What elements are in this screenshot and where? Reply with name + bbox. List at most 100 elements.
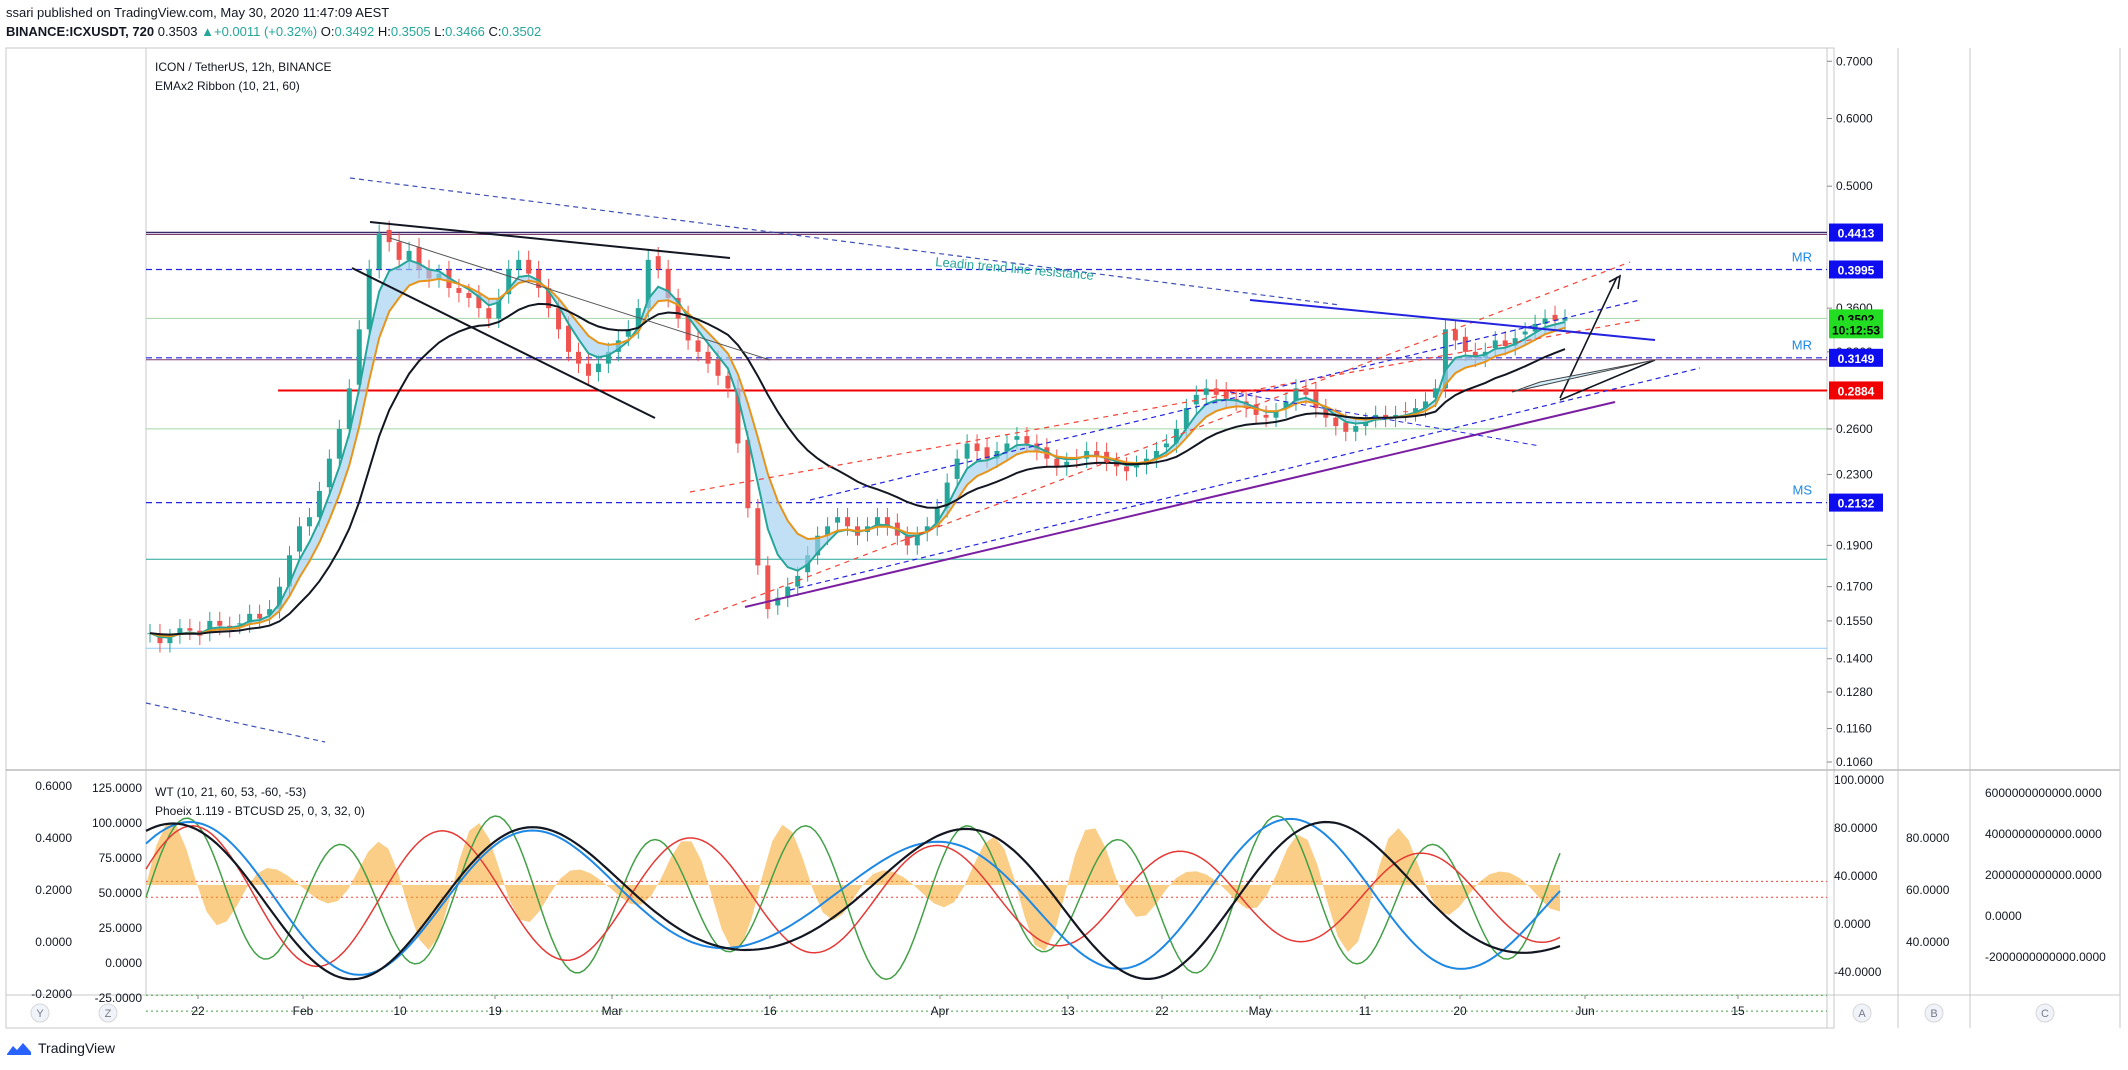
candle-body xyxy=(655,256,661,270)
candle-body xyxy=(954,458,960,479)
osc-tick-label: 0.2000 xyxy=(35,883,72,897)
candle-body xyxy=(1124,466,1130,472)
candle-body xyxy=(257,613,263,619)
level-annotation: MS xyxy=(1793,482,1813,497)
x-tick-label: Mar xyxy=(602,1004,623,1018)
candle-body xyxy=(566,325,572,352)
y-tick-label: 0.1550 xyxy=(1836,614,1873,628)
osc-tick-label: 100.0000 xyxy=(92,816,142,830)
osc-tick-label: 75.0000 xyxy=(99,851,143,865)
candle-body xyxy=(755,508,761,566)
candle-body xyxy=(1333,417,1339,427)
osc-tick-label: 0.0000 xyxy=(1834,917,1871,931)
x-tick-label: 15 xyxy=(1731,1004,1745,1018)
candle-body xyxy=(556,308,562,330)
osc-tick-label: 80.0000 xyxy=(1906,831,1950,845)
axis-badge-label: A xyxy=(1858,1008,1866,1020)
candle-body xyxy=(167,638,173,644)
price-label-text: 0.4413 xyxy=(1838,227,1875,241)
legend-indicator: EMAx2 Ribbon (10, 21, 60) xyxy=(155,79,300,93)
price-label-text: 0.2132 xyxy=(1838,497,1875,511)
x-tick-label: 16 xyxy=(763,1004,777,1018)
osc-tick-label: 40.0000 xyxy=(1834,869,1878,883)
candle-body xyxy=(1403,411,1409,413)
candle-body xyxy=(1462,336,1468,352)
candle-body xyxy=(964,443,970,459)
x-tick-label: 11 xyxy=(1359,1004,1372,1018)
candle-body xyxy=(904,535,910,546)
candle-body xyxy=(1303,388,1309,395)
candle-body xyxy=(386,229,392,243)
candle-body xyxy=(585,363,591,376)
price-label-text: 0.3149 xyxy=(1838,352,1875,366)
osc-tick-label: 2000000000000.0000 xyxy=(1985,868,2102,882)
osc-tick-label: 0.0000 xyxy=(105,956,142,970)
candle-body xyxy=(406,250,412,260)
price-label-text: 0.2884 xyxy=(1838,384,1875,398)
candle-body xyxy=(705,351,711,364)
x-tick-label: Feb xyxy=(293,1004,314,1018)
osc-tick-label: 0.0000 xyxy=(35,935,72,949)
osc-tick-label: 60.0000 xyxy=(1906,883,1950,897)
y-tick-label: 0.7000 xyxy=(1836,54,1873,68)
candle-body xyxy=(526,259,532,274)
osc-tick-label: 0.4000 xyxy=(35,831,72,845)
candle-body xyxy=(1014,436,1020,440)
osc-tick-label: 6000000000000.0000 xyxy=(1985,786,2102,800)
y-tick-label: 0.1160 xyxy=(1836,722,1872,736)
y-tick-label: 0.2300 xyxy=(1836,467,1873,481)
candle-body xyxy=(575,351,581,364)
candle-body xyxy=(1313,391,1319,409)
price-label-text: 0.3995 xyxy=(1838,263,1875,277)
osc-tick-label: 0.6000 xyxy=(35,779,72,793)
y-tick-label: 0.1060 xyxy=(1836,755,1873,769)
candle-body xyxy=(396,242,402,260)
osc-tick-label: 125.0000 xyxy=(92,781,142,795)
osc-tick-label: 50.0000 xyxy=(99,886,143,900)
axis-badge-label: Y xyxy=(36,1008,44,1020)
candle-body xyxy=(835,517,841,523)
osc-tick-label: -0.2000 xyxy=(31,987,72,1001)
candle-body xyxy=(187,628,193,631)
osc-legend-phoeix: Phoeix 1.119 - BTCUSD 25, 0, 3, 32, 0) xyxy=(155,804,365,818)
x-tick-label: Apr xyxy=(931,1004,950,1018)
candle-body xyxy=(217,620,223,626)
tradingview-logo-icon xyxy=(7,1043,31,1055)
axis-badge-label: C xyxy=(2041,1008,2049,1020)
chart-canvas[interactable]: 0.70000.60000.50000.36000.32000.26000.23… xyxy=(0,0,2128,1035)
level-annotation: MR xyxy=(1792,250,1812,265)
candle-body xyxy=(1203,388,1209,395)
y-tick-label: 0.1700 xyxy=(1836,580,1873,594)
candle-body xyxy=(1213,388,1219,395)
candle-body xyxy=(1353,426,1359,432)
axis-badge-label: Z xyxy=(105,1008,112,1020)
candle-body xyxy=(516,259,522,270)
candle-body xyxy=(715,359,721,376)
osc-tick-label: 40.0000 xyxy=(1906,935,1950,949)
candle-body xyxy=(845,517,851,527)
candle-body xyxy=(326,458,332,488)
osc-tick-label: -2000000000000.0000 xyxy=(1985,950,2106,964)
osc-tick-label: -25.0000 xyxy=(95,991,143,1005)
y-tick-label: 0.5000 xyxy=(1836,179,1873,193)
candle-body xyxy=(306,517,312,527)
candle-body xyxy=(456,288,462,293)
candle-body xyxy=(1492,340,1498,349)
level-annotation: MR xyxy=(1792,338,1812,353)
legend-title: ICON / TetherUS, 12h, BINANCE xyxy=(155,60,332,74)
candle-body xyxy=(595,363,601,373)
candle-body xyxy=(1024,436,1030,444)
x-tick-label: May xyxy=(1249,1004,1272,1018)
osc-tick-label: 80.0000 xyxy=(1834,821,1878,835)
candle-body xyxy=(1522,331,1528,335)
x-tick-label: 20 xyxy=(1453,1004,1467,1018)
osc-tick-label: 25.0000 xyxy=(99,921,143,935)
candle-body xyxy=(466,292,472,298)
y-tick-label: 0.1280 xyxy=(1836,685,1873,699)
candle-body xyxy=(795,575,801,587)
osc-tick-label: 0.0000 xyxy=(1985,909,2022,923)
osc-tick-label: -40.0000 xyxy=(1834,965,1882,979)
y-tick-label: 0.2600 xyxy=(1836,422,1873,436)
tradingview-brand[interactable]: TradingView xyxy=(38,1040,115,1056)
candle-body xyxy=(1502,340,1508,347)
